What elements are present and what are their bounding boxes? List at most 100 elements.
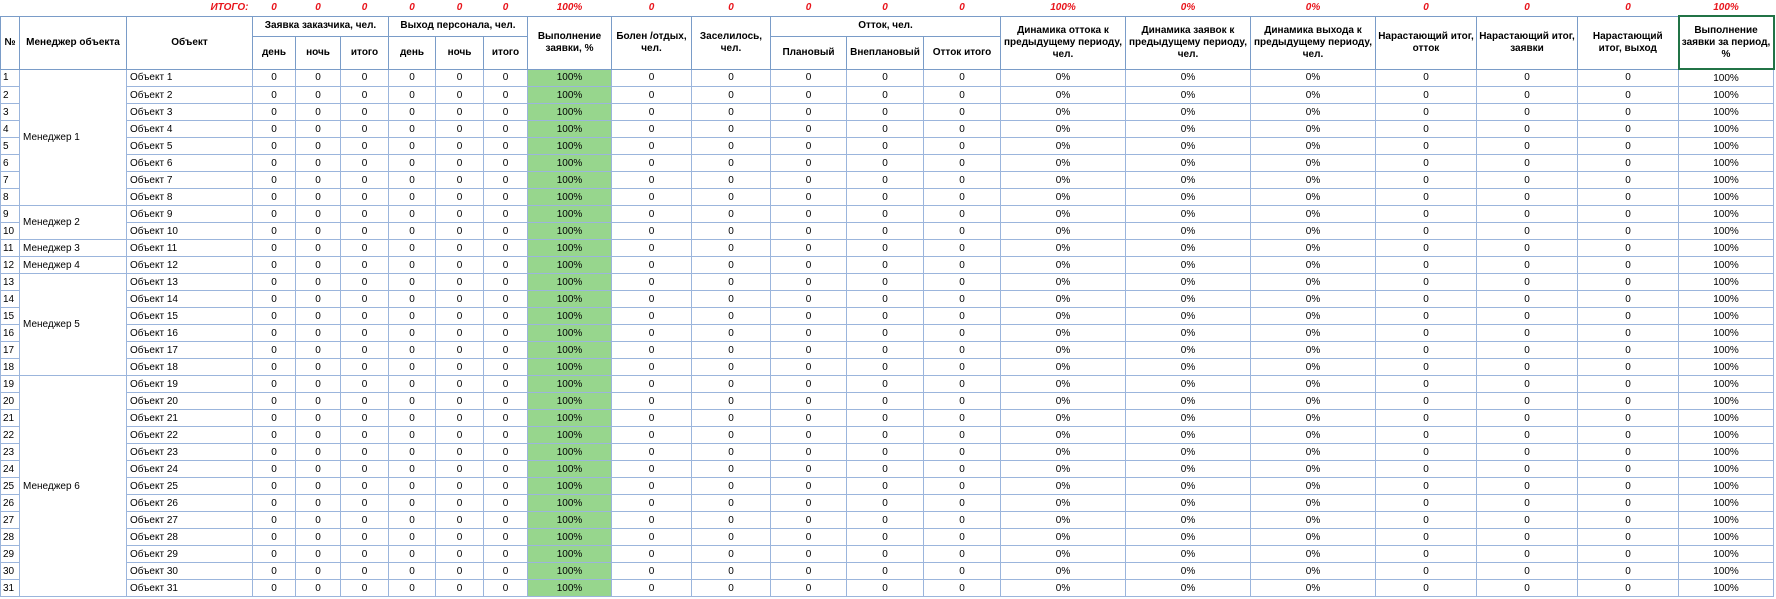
- value-cell[interactable]: 0: [1375, 222, 1477, 240]
- value-cell[interactable]: 0: [846, 256, 924, 274]
- value-cell[interactable]: 0: [923, 171, 1001, 189]
- row-number-cell[interactable]: 1: [0, 68, 20, 87]
- object-cell[interactable]: Объект 26: [126, 494, 253, 512]
- value-cell[interactable]: 0: [923, 222, 1001, 240]
- value-cell[interactable]: 0: [611, 307, 692, 325]
- value-cell[interactable]: 0: [1375, 273, 1477, 291]
- value-cell[interactable]: 0: [388, 324, 436, 342]
- value-cell[interactable]: 0: [435, 528, 484, 546]
- value-cell[interactable]: 0: [340, 358, 389, 376]
- value-cell[interactable]: 0%: [1125, 324, 1251, 342]
- value-cell[interactable]: 0: [295, 205, 341, 223]
- value-cell[interactable]: 0: [691, 103, 771, 121]
- value-cell[interactable]: 0: [435, 239, 484, 257]
- value-cell[interactable]: 0%: [1125, 358, 1251, 376]
- value-cell[interactable]: 0: [846, 307, 924, 325]
- value-cell[interactable]: 0: [846, 426, 924, 444]
- value-cell[interactable]: 0: [1375, 120, 1477, 138]
- header-outflow-total[interactable]: Отток итого: [923, 35, 1001, 70]
- row-number-cell[interactable]: 11: [0, 239, 20, 257]
- value-cell[interactable]: 0: [770, 171, 847, 189]
- value-cell[interactable]: 0: [483, 477, 528, 495]
- value-cell[interactable]: 0: [846, 205, 924, 223]
- value-cell[interactable]: 0: [1476, 120, 1578, 138]
- value-cell[interactable]: 0: [295, 239, 341, 257]
- value-cell[interactable]: 0: [340, 511, 389, 529]
- value-cell[interactable]: 0: [846, 239, 924, 257]
- value-cell[interactable]: 0: [923, 273, 1001, 291]
- value-cell[interactable]: 0: [1375, 375, 1477, 393]
- value-cell[interactable]: 0%: [1250, 579, 1376, 597]
- value-cell[interactable]: 0: [252, 494, 296, 512]
- value-cell[interactable]: 0: [435, 222, 484, 240]
- total-cell[interactable]: 0: [847, 0, 924, 16]
- value-cell[interactable]: 100%: [527, 239, 612, 257]
- value-cell[interactable]: 100%: [527, 443, 612, 461]
- object-cell[interactable]: Объект 12: [126, 256, 253, 274]
- value-cell[interactable]: 0: [295, 341, 341, 359]
- value-cell[interactable]: 0: [295, 426, 341, 444]
- value-cell[interactable]: 0: [1476, 426, 1578, 444]
- value-cell[interactable]: 0: [388, 171, 436, 189]
- value-cell[interactable]: 0: [388, 188, 436, 206]
- value-cell[interactable]: 0: [252, 307, 296, 325]
- value-cell[interactable]: 0: [770, 137, 847, 155]
- value-cell[interactable]: 0: [691, 392, 771, 410]
- value-cell[interactable]: 0: [388, 290, 436, 308]
- value-cell[interactable]: 100%: [1678, 341, 1774, 359]
- value-cell[interactable]: 0: [340, 222, 389, 240]
- value-cell[interactable]: 0: [770, 579, 847, 597]
- value-cell[interactable]: 0: [340, 579, 389, 597]
- value-cell[interactable]: 0: [611, 443, 692, 461]
- value-cell[interactable]: 0: [483, 290, 528, 308]
- value-cell[interactable]: 0: [388, 273, 436, 291]
- value-cell[interactable]: 0: [295, 324, 341, 342]
- value-cell[interactable]: 0: [611, 375, 692, 393]
- value-cell[interactable]: 0: [1375, 392, 1477, 410]
- value-cell[interactable]: 0: [295, 86, 341, 104]
- object-cell[interactable]: Объект 7: [126, 171, 253, 189]
- value-cell[interactable]: 0: [611, 171, 692, 189]
- value-cell[interactable]: 0: [295, 494, 341, 512]
- value-cell[interactable]: 0: [1476, 460, 1578, 478]
- value-cell[interactable]: 0%: [1000, 103, 1126, 121]
- value-cell[interactable]: 0: [483, 120, 528, 138]
- value-cell[interactable]: 0: [691, 358, 771, 376]
- total-cell[interactable]: 0%: [1126, 0, 1251, 16]
- value-cell[interactable]: 0: [923, 409, 1001, 427]
- value-cell[interactable]: 0: [691, 273, 771, 291]
- value-cell[interactable]: 0: [340, 120, 389, 138]
- value-cell[interactable]: 0%: [1125, 68, 1251, 87]
- value-cell[interactable]: 0%: [1250, 545, 1376, 563]
- value-cell[interactable]: 0: [252, 375, 296, 393]
- value-cell[interactable]: 0%: [1125, 477, 1251, 495]
- value-cell[interactable]: 0: [1476, 307, 1578, 325]
- value-cell[interactable]: 0: [1476, 239, 1578, 257]
- value-cell[interactable]: 0%: [1125, 562, 1251, 580]
- object-cell[interactable]: Объект 4: [126, 120, 253, 138]
- value-cell[interactable]: 0: [340, 545, 389, 563]
- value-cell[interactable]: 0: [295, 171, 341, 189]
- value-cell[interactable]: 0: [340, 324, 389, 342]
- value-cell[interactable]: 0: [1577, 545, 1679, 563]
- value-cell[interactable]: 0: [1577, 137, 1679, 155]
- value-cell[interactable]: 0: [435, 68, 484, 87]
- value-cell[interactable]: 0%: [1000, 86, 1126, 104]
- value-cell[interactable]: 0: [611, 392, 692, 410]
- total-cell[interactable]: 0: [924, 0, 1001, 16]
- value-cell[interactable]: 0: [1375, 307, 1477, 325]
- value-cell[interactable]: 0: [388, 375, 436, 393]
- value-cell[interactable]: 0: [846, 392, 924, 410]
- value-cell[interactable]: 0%: [1000, 137, 1126, 155]
- value-cell[interactable]: 0: [483, 171, 528, 189]
- value-cell[interactable]: 0: [252, 154, 296, 172]
- value-cell[interactable]: 0: [483, 460, 528, 478]
- value-cell[interactable]: 100%: [527, 579, 612, 597]
- value-cell[interactable]: 0: [388, 154, 436, 172]
- value-cell[interactable]: 0: [388, 443, 436, 461]
- value-cell[interactable]: 0: [923, 392, 1001, 410]
- value-cell[interactable]: 0: [388, 341, 436, 359]
- value-cell[interactable]: 0: [1375, 154, 1477, 172]
- object-cell[interactable]: Объект 14: [126, 290, 253, 308]
- value-cell[interactable]: 0: [770, 562, 847, 580]
